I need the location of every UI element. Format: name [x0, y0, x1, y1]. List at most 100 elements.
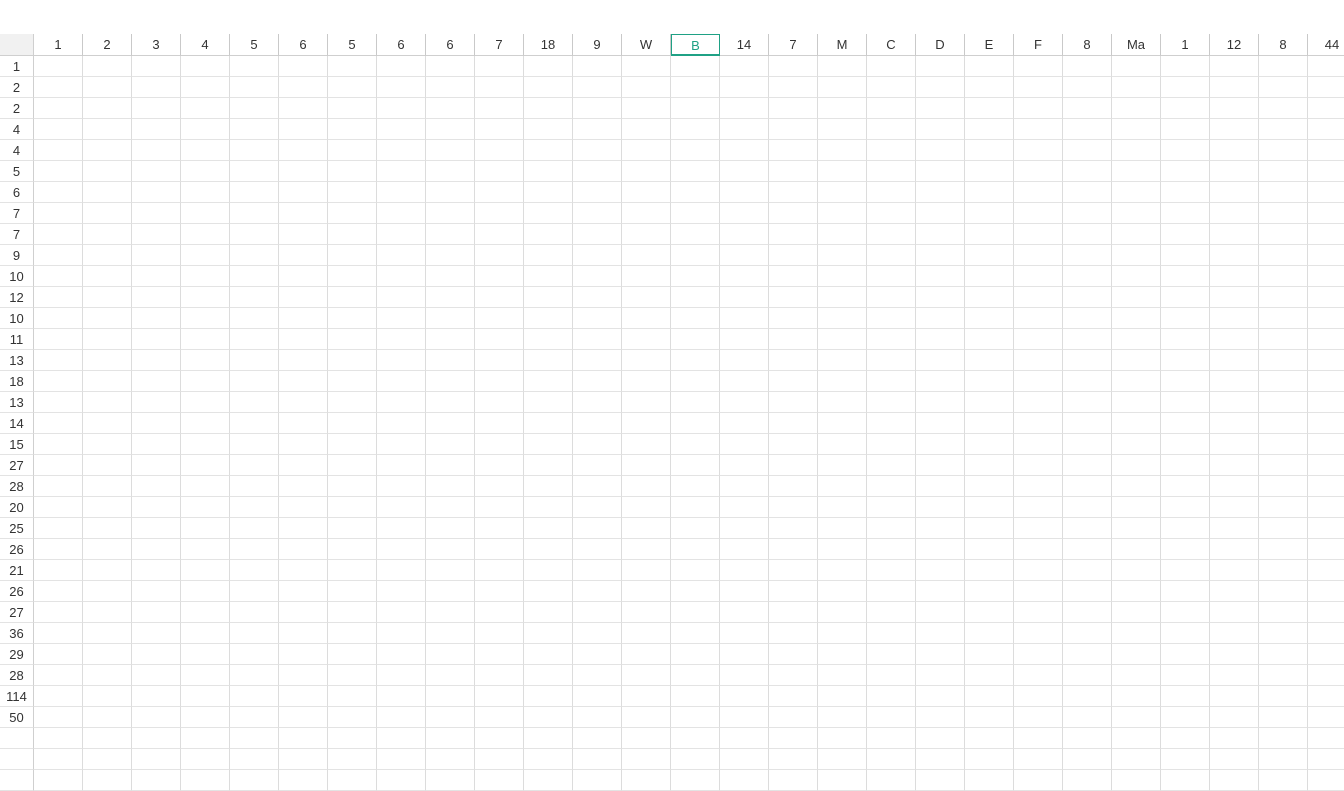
cell[interactable]: [524, 224, 573, 245]
cell[interactable]: [181, 56, 230, 77]
cell[interactable]: [867, 413, 916, 434]
cell[interactable]: [230, 287, 279, 308]
cell[interactable]: [1308, 644, 1344, 665]
cell[interactable]: [524, 245, 573, 266]
cell[interactable]: [916, 245, 965, 266]
row-header[interactable]: 6: [0, 182, 34, 203]
cell[interactable]: [328, 455, 377, 476]
cell[interactable]: [328, 224, 377, 245]
cell[interactable]: [83, 539, 132, 560]
cell[interactable]: [475, 581, 524, 602]
cell[interactable]: [328, 539, 377, 560]
cell[interactable]: [965, 665, 1014, 686]
row-header[interactable]: 13: [0, 350, 34, 371]
cell[interactable]: [1308, 749, 1344, 770]
cell[interactable]: [132, 266, 181, 287]
cell[interactable]: [377, 329, 426, 350]
cell[interactable]: [867, 539, 916, 560]
column-header[interactable]: 6: [426, 34, 475, 56]
cell[interactable]: [1259, 455, 1308, 476]
cell[interactable]: [83, 203, 132, 224]
cell[interactable]: [1210, 686, 1259, 707]
cell[interactable]: [475, 371, 524, 392]
cell[interactable]: [916, 644, 965, 665]
cell[interactable]: [181, 371, 230, 392]
cell[interactable]: [475, 707, 524, 728]
cell[interactable]: [1259, 371, 1308, 392]
cell[interactable]: [328, 644, 377, 665]
cell[interactable]: [671, 182, 720, 203]
cell[interactable]: [230, 581, 279, 602]
cell[interactable]: [1063, 623, 1112, 644]
row-header[interactable]: 4: [0, 119, 34, 140]
cell[interactable]: [524, 98, 573, 119]
cell[interactable]: [965, 287, 1014, 308]
cell[interactable]: [426, 371, 475, 392]
cell[interactable]: [1308, 161, 1344, 182]
cell[interactable]: [573, 392, 622, 413]
cell[interactable]: [377, 623, 426, 644]
cell[interactable]: [328, 602, 377, 623]
cell[interactable]: [230, 140, 279, 161]
cell[interactable]: [328, 518, 377, 539]
cell[interactable]: [279, 161, 328, 182]
cell[interactable]: [279, 140, 328, 161]
cell[interactable]: [1063, 581, 1112, 602]
cell[interactable]: [524, 560, 573, 581]
cell[interactable]: [769, 140, 818, 161]
cell[interactable]: [1014, 161, 1063, 182]
cell[interactable]: [1014, 119, 1063, 140]
cell[interactable]: [573, 140, 622, 161]
cell[interactable]: [328, 77, 377, 98]
cell[interactable]: [524, 329, 573, 350]
cell[interactable]: [1063, 413, 1112, 434]
cell[interactable]: [1161, 392, 1210, 413]
cell[interactable]: [1259, 728, 1308, 749]
cell[interactable]: [475, 266, 524, 287]
cell[interactable]: [524, 413, 573, 434]
cell[interactable]: [622, 455, 671, 476]
cell[interactable]: [818, 602, 867, 623]
cell[interactable]: [426, 182, 475, 203]
cell[interactable]: [818, 518, 867, 539]
cell[interactable]: [965, 413, 1014, 434]
cell[interactable]: [622, 329, 671, 350]
cell[interactable]: [818, 140, 867, 161]
cell[interactable]: [328, 182, 377, 203]
cell[interactable]: [1161, 266, 1210, 287]
cell[interactable]: [377, 665, 426, 686]
column-header[interactable]: 44: [1308, 34, 1344, 56]
cell[interactable]: [1210, 56, 1259, 77]
cell[interactable]: [965, 518, 1014, 539]
row-header[interactable]: 4: [0, 140, 34, 161]
cell[interactable]: [426, 749, 475, 770]
cell[interactable]: [34, 581, 83, 602]
cell[interactable]: [230, 455, 279, 476]
cell[interactable]: [524, 728, 573, 749]
cell[interactable]: [1210, 119, 1259, 140]
cell[interactable]: [279, 728, 328, 749]
cell[interactable]: [573, 329, 622, 350]
row-header[interactable]: 27: [0, 602, 34, 623]
cell[interactable]: [34, 266, 83, 287]
cell[interactable]: [132, 686, 181, 707]
cell[interactable]: [34, 602, 83, 623]
cell[interactable]: [573, 161, 622, 182]
cell[interactable]: [1308, 182, 1344, 203]
cell[interactable]: [867, 350, 916, 371]
cell[interactable]: [867, 77, 916, 98]
cell[interactable]: [230, 434, 279, 455]
cell[interactable]: [916, 140, 965, 161]
cell[interactable]: [916, 539, 965, 560]
cell[interactable]: [475, 476, 524, 497]
cell[interactable]: [279, 350, 328, 371]
cell[interactable]: [377, 728, 426, 749]
cell[interactable]: [916, 581, 965, 602]
cell[interactable]: [1210, 602, 1259, 623]
cell[interactable]: [1308, 707, 1344, 728]
cell[interactable]: [1014, 182, 1063, 203]
cell[interactable]: [769, 476, 818, 497]
cell[interactable]: [916, 287, 965, 308]
cell[interactable]: [426, 560, 475, 581]
cell[interactable]: [1063, 560, 1112, 581]
